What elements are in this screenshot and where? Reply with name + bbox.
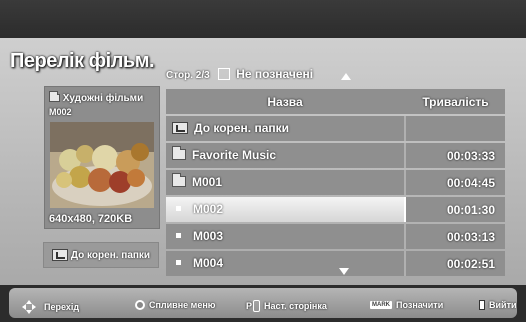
preview-panel: Художні фільми M002 640x480, 720KB [44,86,160,229]
mark-status: Не позначені [236,67,314,81]
list-item[interactable]: M003 00:03:13 [166,223,505,249]
exit-key-icon [479,300,485,310]
scroll-down-arrow-icon[interactable] [339,268,349,275]
list-item[interactable]: M001 00:04:45 [166,169,505,195]
list-item-label: M001 [192,174,223,189]
file-bullet-icon [176,233,181,238]
folder-icon [172,146,186,160]
page-counter: Стор. 2/3 [166,70,210,81]
preview-file-name: M002 [49,107,72,117]
root-folder-button[interactable]: До корен. папки [43,242,159,268]
column-duration-header: Тривалість [422,95,489,109]
page-title: Перелік фільм. [10,50,155,72]
hint-exit-label: Вийти [489,300,517,310]
hint-exit: Вийти [479,300,517,310]
list-item[interactable]: До корен. папки [166,115,505,141]
column-divider [404,115,406,141]
list-header: Назва Тривалість [166,89,505,114]
list-item-label: M004 [193,255,224,270]
file-list: Назва Тривалість До корен. папки Favorit… [166,89,505,276]
preview-folder-label: Художні фільми [62,93,144,104]
list-item-label: Favorite Music [192,147,277,162]
list-item-name: До корен. папки [172,121,289,135]
list-item-duration: 00:03:13 [446,229,495,244]
hint-popup-label: Спливне меню [149,300,216,310]
list-item-duration: 00:04:45 [446,175,495,190]
scroll-up-arrow-icon[interactable] [341,73,351,80]
page-key-icon: P [246,300,261,312]
mark-key-icon: MARK [370,301,392,309]
hint-next-page: P Наст. сторінка [246,300,327,312]
page-info: Стор. 2/3 Не позначені [166,67,313,81]
list-item-duration: 00:03:33 [446,148,495,163]
list-item-name: M002 [172,202,223,216]
page-key-label: P [246,301,253,311]
list-item-label: M003 [193,228,224,243]
hint-next-page-label: Наст. сторінка [264,301,327,311]
hint-navigate-label: Перехід [44,302,80,312]
column-divider [404,223,406,249]
list-item-label: M002 [193,201,224,216]
file-bullet-icon [176,260,181,265]
list-item[interactable]: M004 00:02:51 [166,250,505,276]
list-item-label: До корен. папки [194,120,290,135]
navigation-arrows-icon [22,300,36,314]
list-item-name: M004 [172,256,223,270]
root-folder-button-label: До корен. папки [70,249,151,261]
column-divider [404,169,406,195]
preview-resolution: 640x480, 720KB [49,213,133,225]
thumbnail-image [50,122,154,208]
hint-popup-menu: Спливне меню [135,300,215,310]
folder-icon [172,173,186,187]
column-divider [404,250,406,276]
list-item-name: M001 [172,173,223,189]
column-name-header: Назва [267,95,303,109]
list-item-name: Favorite Music [172,146,277,162]
hint-navigate: Перехід [22,300,79,314]
hint-mark-label: Позначити [396,300,444,310]
list-item-selected[interactable]: M002 00:01:30 [166,196,505,222]
hint-mark: MARK Позначити [370,300,443,310]
top-bar [0,0,526,38]
root-folder-icon [51,249,68,261]
page-rocker-icon [253,300,261,312]
list-item-name: M003 [172,229,223,243]
preview-folder: Художні фільми [49,91,144,104]
column-divider [404,142,406,168]
ok-button-icon [135,300,145,310]
folder-icon [49,91,60,102]
list-item-duration: 00:02:51 [446,256,495,271]
list-item-duration: 00:01:30 [446,202,495,217]
checkbox-icon [218,68,231,80]
column-divider [404,196,406,222]
list-item[interactable]: Favorite Music 00:03:33 [166,142,505,168]
root-folder-icon [172,121,188,134]
file-bullet-icon [176,206,181,211]
